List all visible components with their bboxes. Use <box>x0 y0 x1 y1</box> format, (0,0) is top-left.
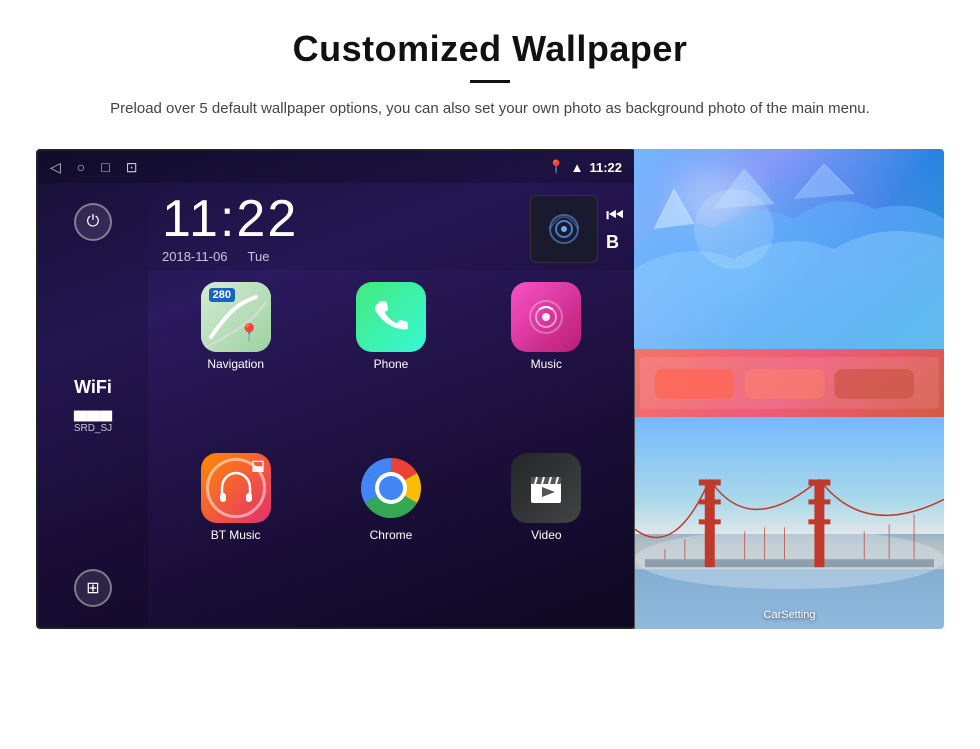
status-bar: ◁ ○ □ ⊡ 📍 ▲ 11:22 <box>38 151 634 183</box>
app-item-music[interactable]: Music <box>473 282 620 445</box>
phone-app-icon <box>356 282 426 352</box>
clock-date-value: 2018-11-06 <box>162 249 228 264</box>
media-section: ⏮ B <box>530 195 624 263</box>
chrome-label: Chrome <box>370 528 413 542</box>
title-divider <box>470 80 510 83</box>
app-item-chrome[interactable]: Chrome <box>317 453 464 616</box>
wallpaper-car <box>634 349 944 417</box>
clock-section: 11:22 2018-11-06 Tue <box>162 193 298 264</box>
wifi-label: WiFi <box>74 377 112 398</box>
apps-grid-button[interactable]: ⊞ <box>74 569 112 607</box>
app-item-navigation[interactable]: 280 📍 Navigation <box>162 282 309 445</box>
power-button[interactable]: ⏻ <box>74 203 112 241</box>
nav-icons: ◁ ○ □ ⊡ <box>50 159 137 176</box>
navigation-app-icon: 280 📍 <box>201 282 271 352</box>
status-time: 11:22 <box>589 160 622 175</box>
screenshot-icon[interactable]: ⊡ <box>126 159 138 176</box>
media-label-b: B <box>606 232 624 253</box>
center-content: 11:22 2018-11-06 Tue <box>148 183 634 627</box>
wifi-ssid: SRD_SJ <box>74 423 112 434</box>
android-screen: ◁ ○ □ ⊡ 📍 ▲ 11:22 ⏻ WiFi ▄▄▄ SRD_SJ <box>36 149 636 629</box>
status-right: 📍 ▲ 11:22 <box>548 159 622 175</box>
back-icon[interactable]: ◁ <box>50 159 61 176</box>
screen-body: ⏻ WiFi ▄▄▄ SRD_SJ ⊞ 11:22 2018-11-06 Tu <box>38 183 634 627</box>
wifi-signal-icon: ▄▄▄ <box>74 400 112 421</box>
wallpaper-bridge: CarSetting <box>634 417 944 629</box>
wifi-status-icon: ▲ <box>571 160 584 175</box>
clock-area: 11:22 2018-11-06 Tue <box>148 183 634 270</box>
wallpaper-ice <box>634 149 944 349</box>
video-app-icon <box>511 453 581 523</box>
map-pin-icon: 📍 <box>238 323 260 344</box>
left-sidebar: ⏻ WiFi ▄▄▄ SRD_SJ ⊞ <box>38 183 148 627</box>
page-subtitle: Preload over 5 default wallpaper options… <box>110 97 870 121</box>
page-header: Customized Wallpaper Preload over 5 defa… <box>0 0 980 131</box>
chrome-app-icon <box>356 453 426 523</box>
page-title: Customized Wallpaper <box>60 28 920 70</box>
media-album-icon <box>530 195 598 263</box>
app-item-btmusic[interactable]: ⬓ BT Music <box>162 453 309 616</box>
music-app-icon <box>511 282 581 352</box>
app-item-phone[interactable]: Phone <box>317 282 464 445</box>
media-controls: ⏮ B <box>606 205 624 253</box>
carsetting-label: CarSetting <box>764 609 816 621</box>
btmusic-app-icon: ⬓ <box>201 453 271 523</box>
location-icon: 📍 <box>548 159 564 175</box>
media-prev-icon[interactable]: ⏮ <box>606 205 624 228</box>
phone-label: Phone <box>374 357 409 371</box>
video-label: Video <box>531 528 561 542</box>
btmusic-label: BT Music <box>211 528 261 542</box>
app-item-video[interactable]: Video <box>473 453 620 616</box>
recent-icon[interactable]: □ <box>101 159 109 175</box>
navigation-label: Navigation <box>207 357 264 371</box>
clock-date: 2018-11-06 Tue <box>162 249 298 264</box>
clock-time: 11:22 <box>162 193 298 245</box>
content-area: ◁ ○ □ ⊡ 📍 ▲ 11:22 ⏻ WiFi ▄▄▄ SRD_SJ <box>0 131 980 749</box>
home-icon[interactable]: ○ <box>77 159 85 175</box>
music-label: Music <box>531 357 562 371</box>
app-grid: 280 📍 Navigation <box>148 270 634 627</box>
wallpaper-previews: CarSetting <box>634 149 944 629</box>
wifi-widget: WiFi ▄▄▄ SRD_SJ <box>74 377 112 434</box>
clock-day-value: Tue <box>248 249 270 264</box>
